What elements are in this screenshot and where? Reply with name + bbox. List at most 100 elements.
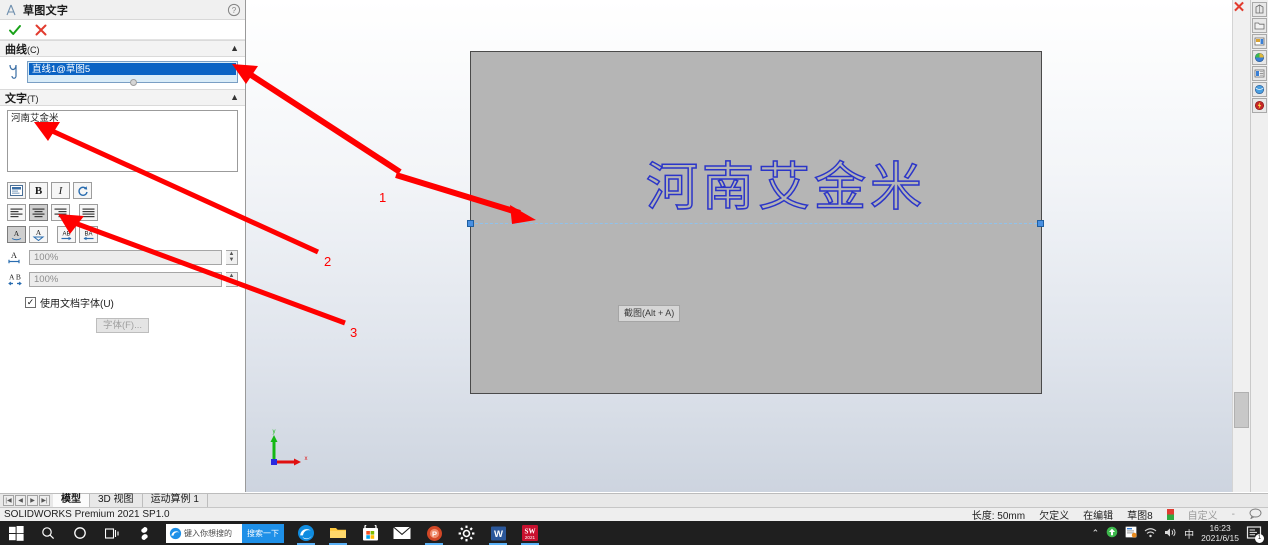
svg-text:AB: AB: [62, 231, 70, 237]
taskbar-app-microsoft-store[interactable]: [354, 521, 386, 545]
resize-handle[interactable]: [129, 79, 137, 86]
task-view-icon[interactable]: [96, 521, 128, 545]
search-icon[interactable]: [32, 521, 64, 545]
width-factor-stepper[interactable]: ▲ ▼: [226, 249, 238, 265]
use-document-font-row[interactable]: ✓ 使用文档字体(U): [25, 295, 238, 310]
font-button[interactable]: 字体(F)...: [95, 318, 150, 333]
tray-volume-icon[interactable]: [1164, 527, 1177, 540]
status-bar: SOLIDWORKS Premium 2021 SP1.0 长度: 50mm 欠…: [0, 507, 1268, 522]
selected-curve-item[interactable]: 直线1@草图5: [29, 63, 236, 75]
nav-last-button[interactable]: ▶|: [39, 495, 50, 506]
taskbar-app-file-explorer[interactable]: [322, 521, 354, 545]
flip-horizontal-button[interactable]: A: [29, 226, 48, 243]
taskbar-app-edge[interactable]: [290, 521, 322, 545]
custom-properties-icon[interactable]: [1252, 98, 1267, 113]
appearances-icon[interactable]: [1252, 34, 1267, 49]
stepper-down-icon[interactable]: ▼: [226, 279, 237, 286]
tray-update-icon[interactable]: [1106, 526, 1118, 540]
nav-next-button[interactable]: ▶: [27, 495, 38, 506]
link-to-property-button[interactable]: [7, 182, 26, 199]
reverse-text-button[interactable]: BA: [79, 226, 98, 243]
chevron-up-icon[interactable]: ▲: [230, 93, 239, 102]
taskbar-app-powerpoint[interactable]: P: [418, 521, 450, 545]
decals-icon[interactable]: [1252, 66, 1267, 81]
sketch-text-icon: [4, 3, 18, 17]
align-center-button[interactable]: [29, 204, 48, 221]
taskbar-clock[interactable]: 16:23 2021/6/15: [1201, 523, 1239, 543]
flip-vertical-button[interactable]: A: [7, 226, 26, 243]
property-manager-panel: 草图文字 ? 曲线(C) ▲ 直线1@草图5 文字(T) ▲ 河南艾金米 B I…: [0, 0, 246, 492]
nav-prev-button[interactable]: ◀: [15, 495, 26, 506]
stepper-down-icon[interactable]: ▼: [226, 257, 237, 264]
width-factor-input[interactable]: 100%: [29, 249, 222, 265]
curve-group-title: 曲线(C): [5, 43, 40, 56]
x-icon[interactable]: [34, 23, 48, 37]
sketch-text-input[interactable]: [7, 110, 238, 172]
status-collapse-button[interactable]: -: [1232, 509, 1235, 520]
bold-button[interactable]: B: [29, 182, 48, 199]
chevron-up-icon[interactable]: ▲: [230, 44, 239, 53]
use-document-font-checkbox[interactable]: ✓: [25, 297, 36, 308]
tray-network-icon[interactable]: [1144, 527, 1157, 540]
taskbar-app-word[interactable]: W: [482, 521, 514, 545]
scrollbar-thumb[interactable]: [1234, 392, 1249, 428]
status-custom[interactable]: 自定义: [1188, 507, 1218, 522]
windows-taskbar: 键入你想搜的 搜索一下 P W SW 2021 ⌃ 中 16:23 2021/6…: [0, 521, 1268, 545]
taskbar-app-mail[interactable]: [386, 521, 418, 545]
taskbar-system-tray: ⌃ 中 16:23 2021/6/15 1: [1092, 523, 1268, 543]
italic-button[interactable]: I: [51, 182, 70, 199]
spacing-input[interactable]: 100%: [29, 271, 222, 287]
open-folder-icon[interactable]: [1252, 18, 1267, 33]
svg-text:W: W: [494, 529, 503, 540]
tray-chevron-icon[interactable]: ⌃: [1092, 528, 1100, 539]
text-group-header[interactable]: 文字(T) ▲: [0, 89, 245, 106]
sogou-pinwheel-icon[interactable]: [128, 521, 160, 545]
font-button-wrap: 字体(F)...: [7, 318, 238, 333]
use-document-font-label: 使用文档字体(U): [40, 299, 114, 310]
graphics-viewport[interactable]: 河南艾金米 截图(Alt + A) y x: [246, 0, 1250, 492]
tab-3d-views[interactable]: 3D 视图: [90, 494, 143, 507]
tab-motion-study[interactable]: 运动算例 1: [143, 494, 208, 507]
taskbar-app-settings[interactable]: [450, 521, 482, 545]
document-tab-strip: |◀ ◀ ▶ ▶| 模型 3D 视图 运动算例 1: [0, 493, 1268, 507]
width-factor-icon: A: [7, 249, 25, 265]
tray-ime-icon[interactable]: 中: [1184, 526, 1194, 541]
status-state: 欠定义: [1039, 511, 1070, 522]
line-endpoint-left[interactable]: [467, 220, 474, 227]
align-right-button[interactable]: [51, 204, 70, 221]
taskbar-app-solidworks[interactable]: SW 2021: [514, 521, 546, 545]
curve-group-header[interactable]: 曲线(C) ▲: [0, 40, 245, 57]
align-left-button[interactable]: [7, 204, 26, 221]
windows-start-icon[interactable]: [0, 521, 32, 545]
line-endpoint-right[interactable]: [1037, 220, 1044, 227]
svg-text:P: P: [431, 529, 436, 538]
help-icon[interactable]: ?: [227, 3, 241, 17]
close-icon[interactable]: ✕: [1232, 0, 1246, 15]
nav-first-button[interactable]: |◀: [3, 495, 14, 506]
taskbar-search-placeholder: 键入你想搜的: [184, 528, 232, 538]
curve-selection-box[interactable]: 直线1@草图5: [27, 61, 238, 86]
tab-model[interactable]: 模型: [53, 494, 90, 507]
property-manager-header: 草图文字 ?: [0, 0, 245, 20]
scenes-icon[interactable]: [1252, 50, 1267, 65]
taskbar-search-button[interactable]: 搜索一下: [242, 523, 284, 543]
lights-cameras-icon[interactable]: [1252, 82, 1267, 97]
taskbar-search-box[interactable]: 键入你想搜的 搜索一下: [166, 523, 284, 543]
svg-text:A: A: [11, 250, 18, 260]
status-feedback-icon[interactable]: [1249, 508, 1262, 522]
align-justify-button[interactable]: [79, 204, 98, 221]
spacing-stepper[interactable]: ▲ ▼: [226, 271, 238, 287]
width-factor-row: A 100% ▲ ▼: [7, 249, 238, 265]
svg-text:2021: 2021: [525, 535, 536, 540]
rotate-button[interactable]: [73, 182, 92, 199]
viewport-vertical-scrollbar[interactable]: [1232, 0, 1250, 492]
construction-line[interactable]: [470, 223, 1042, 224]
rotate-text-button[interactable]: AB: [57, 226, 76, 243]
tray-app-icon[interactable]: [1125, 526, 1137, 540]
check-icon[interactable]: [8, 23, 22, 37]
notification-center-icon[interactable]: 1: [1246, 525, 1264, 543]
sketch-text-geometry[interactable]: 河南艾金米: [645, 161, 926, 215]
cortana-circle-icon[interactable]: [64, 521, 96, 545]
display-manager-icon[interactable]: [1252, 2, 1267, 17]
status-right-group: 长度: 50mm 欠定义 在编辑 草图8 自定义 -: [972, 507, 1268, 522]
